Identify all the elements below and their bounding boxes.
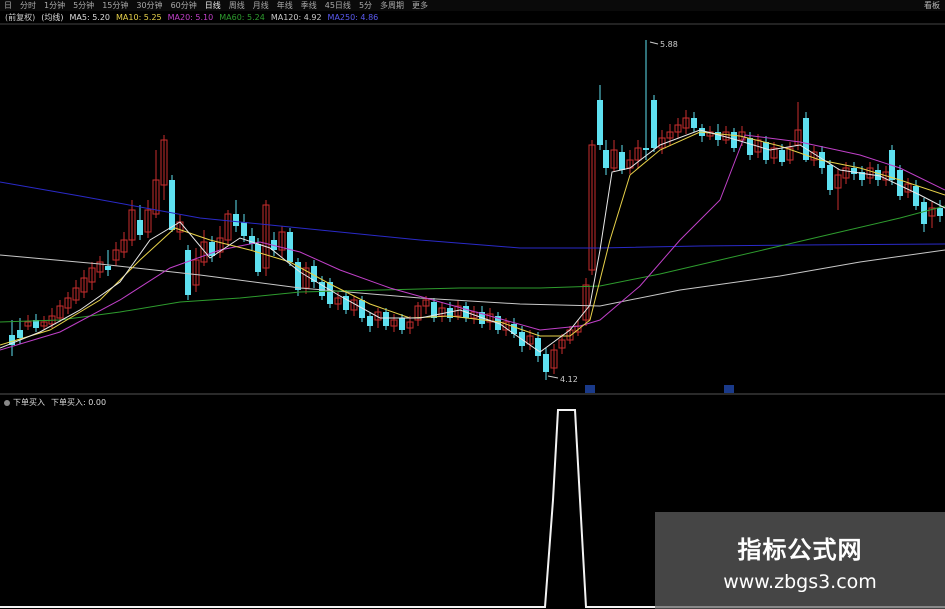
candle-body <box>185 250 191 295</box>
low-price-label: 4.12 <box>560 375 578 384</box>
candle-body <box>851 168 857 174</box>
candle-body <box>543 354 549 372</box>
sub-panel-title: 下单买入 <box>13 398 45 407</box>
candle-body <box>287 232 293 262</box>
sub-panel-legend: 下单买入 下单买入: 0.00 <box>4 397 106 408</box>
candle-body <box>105 266 111 270</box>
watermark: 指标公式网 www.zbgs3.com <box>655 512 945 609</box>
candle-body <box>779 150 785 162</box>
watermark-title: 指标公式网 <box>737 536 863 564</box>
candle-body <box>241 222 247 236</box>
candle-body <box>827 165 833 190</box>
candle-body <box>643 148 649 150</box>
high-pointer <box>649 41 659 45</box>
low-pointer <box>547 375 559 379</box>
candle-body <box>603 150 609 168</box>
sub-panel-value: 下单买入: 0.00 <box>51 398 107 407</box>
event-marker-icon <box>585 385 595 393</box>
candle-body <box>233 214 239 226</box>
candle-body <box>383 312 389 326</box>
candle-body <box>913 186 919 206</box>
candle-body <box>747 138 753 155</box>
candle-body <box>619 152 625 170</box>
candle-body <box>937 208 943 216</box>
event-marker-icon <box>724 385 734 393</box>
candle-body <box>17 330 23 338</box>
candle-body <box>651 100 657 148</box>
ma250-line <box>0 181 945 249</box>
candle-body <box>921 202 927 224</box>
candle-body <box>169 180 175 230</box>
candle-body <box>803 118 809 160</box>
indicator-dot-icon[interactable] <box>4 399 10 406</box>
candle-body <box>255 244 261 272</box>
ma10-line <box>0 131 945 346</box>
candle-body <box>399 318 405 330</box>
candle-body <box>137 220 143 235</box>
candle-body <box>535 338 541 356</box>
candle-body <box>597 100 603 145</box>
candle-body <box>897 170 903 196</box>
candle-body <box>763 142 769 160</box>
high-price-label: 5.88 <box>660 40 678 49</box>
candle-body <box>691 118 697 128</box>
candle-body <box>367 316 373 326</box>
watermark-url: www.zbgs3.com <box>723 571 877 593</box>
